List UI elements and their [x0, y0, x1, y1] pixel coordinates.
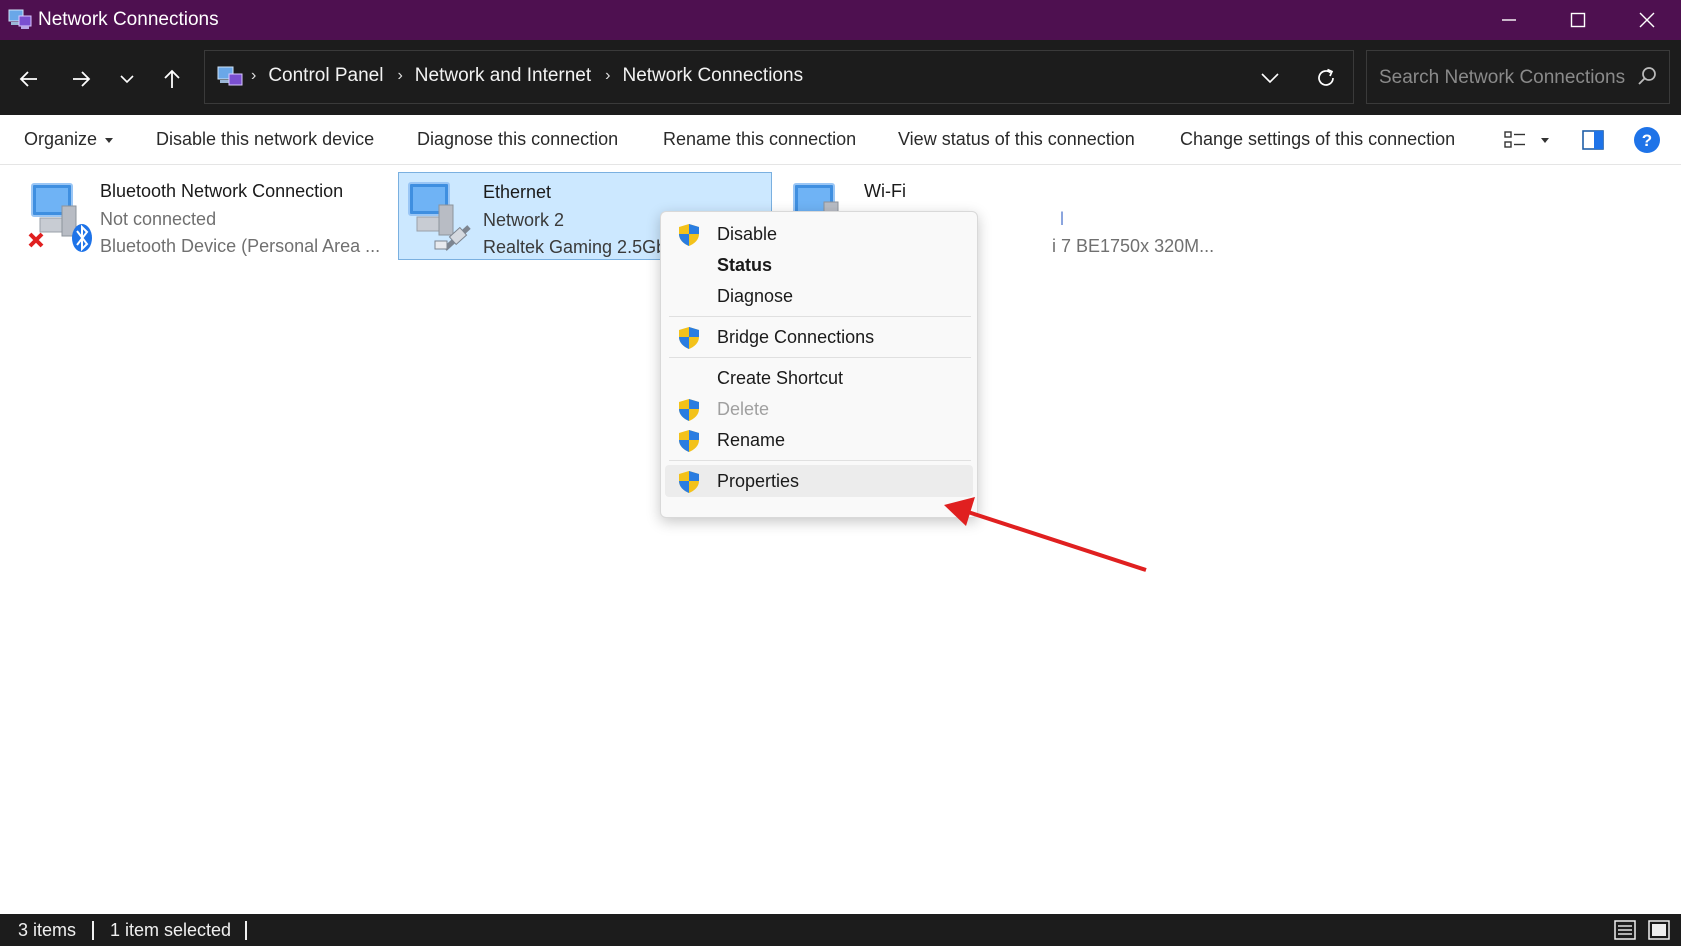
address-history-button[interactable] [1253, 63, 1287, 93]
menu-item-create-shortcut[interactable]: Create Shortcut [665, 362, 973, 394]
menu-separator [669, 357, 971, 358]
menu-item-rename[interactable]: Rename [665, 424, 973, 456]
menu-item-label: Rename [717, 430, 786, 450]
uac-shield-icon [677, 470, 701, 494]
maximize-button[interactable] [1543, 0, 1612, 40]
menu-item-label: Diagnose [717, 286, 794, 306]
breadcrumb-network-connections[interactable]: Network Connections [622, 65, 803, 87]
ethernet-network-icon [405, 179, 475, 255]
arrow-left-icon [19, 71, 37, 87]
organize-label: Organize [24, 129, 98, 149]
connection-name: Bluetooth Network Connection [100, 181, 344, 201]
uac-shield-icon [677, 223, 701, 247]
connection-name: Wi-Fi [864, 181, 906, 201]
title-bar: Network Connections [0, 0, 1681, 40]
command-bar: Organize Disable this network device Dia… [0, 115, 1681, 165]
large-icons-view-button[interactable] [1646, 918, 1672, 942]
address-bar[interactable]: › Control Panel › Network and Internet ›… [204, 50, 1354, 104]
view-options-dropdown[interactable] [1530, 125, 1560, 155]
selection-count: 1 item selected [110, 920, 232, 940]
status-divider [92, 921, 94, 940]
change-settings-button[interactable]: Change settings of this connection [1180, 129, 1455, 150]
preview-pane-icon [1582, 130, 1604, 150]
menu-separator [669, 316, 971, 317]
large-icons-view-icon [1648, 920, 1670, 940]
details-view-button[interactable] [1612, 918, 1638, 942]
uac-shield-icon [677, 429, 701, 453]
status-bar: 3 items 1 item selected [0, 914, 1681, 946]
menu-item-label: Delete [717, 399, 770, 419]
disable-device-button[interactable]: Disable this network device [156, 129, 374, 150]
back-button[interactable] [12, 62, 46, 96]
connection-text: Ethernet Network 2 Realtek Gaming 2.5Gb [483, 179, 666, 262]
view-status-button[interactable]: View status of this connection [898, 129, 1135, 150]
menu-item-label: Bridge Connections [717, 327, 875, 347]
context-menu: Disable Status Diagnose Bridge Connectio… [660, 211, 978, 518]
preview-pane-button[interactable] [1578, 125, 1608, 155]
menu-item-properties[interactable]: Properties [665, 465, 973, 497]
menu-item-delete[interactable]: Delete [665, 393, 973, 425]
breadcrumb-network-and-internet[interactable]: Network and Internet [415, 65, 591, 87]
menu-item-diagnose[interactable]: Diagnose [665, 280, 973, 312]
svg-text:?: ? [1642, 131, 1652, 150]
menu-item-label: Status [717, 255, 773, 275]
breadcrumb: › Control Panel › Network and Internet ›… [251, 65, 817, 87]
network-folder-icon [8, 8, 32, 30]
connection-item-bluetooth[interactable]: Bluetooth Network Connection Not connect… [16, 172, 386, 260]
forward-button[interactable] [64, 62, 98, 96]
menu-item-label: Disable [717, 224, 778, 244]
caret-down-icon [1541, 137, 1549, 143]
rename-connection-button[interactable]: Rename this connection [663, 129, 856, 150]
connection-text: Bluetooth Network Connection Not connect… [100, 178, 380, 261]
arrow-up-icon [164, 69, 180, 88]
item-count: 3 items [18, 920, 77, 940]
menu-separator [669, 460, 971, 461]
help-button[interactable]: ? [1632, 125, 1662, 155]
connection-device: Realtek Gaming 2.5Gb [483, 237, 667, 257]
details-view-icon [1614, 920, 1636, 940]
chevron-down-icon [1261, 73, 1279, 84]
menu-item-label: Properties [717, 471, 800, 491]
menu-item-status[interactable]: Status [665, 249, 973, 281]
breadcrumb-separator-icon: › [605, 67, 611, 84]
window-title: Network Connections [38, 9, 219, 30]
breadcrumb-separator-icon: › [251, 67, 257, 84]
search-box[interactable] [1366, 50, 1670, 104]
navigation-bar: › Control Panel › Network and Internet ›… [0, 40, 1681, 115]
view-options-button[interactable] [1500, 125, 1530, 155]
connection-name: Ethernet [483, 182, 552, 202]
recent-locations-button[interactable] [110, 62, 144, 96]
search-icon [1637, 66, 1657, 91]
view-layout-icon [1504, 131, 1525, 148]
menu-item-label: Create Shortcut [717, 368, 844, 388]
up-button[interactable] [155, 62, 189, 96]
breadcrumb-separator-icon: › [397, 67, 403, 84]
close-button[interactable] [1612, 0, 1681, 40]
help-icon: ? [1634, 127, 1660, 153]
uac-shield-icon [677, 398, 701, 422]
network-folder-icon [217, 65, 243, 89]
menu-item-bridge-connections[interactable]: Bridge Connections [665, 321, 973, 353]
uac-shield-icon [677, 326, 701, 350]
status-divider [245, 921, 247, 940]
organize-menu[interactable]: Organize [24, 129, 114, 150]
diagnose-connection-button[interactable]: Diagnose this connection [417, 129, 618, 150]
breadcrumb-control-panel[interactable]: Control Panel [268, 65, 383, 87]
refresh-button[interactable] [1309, 63, 1343, 93]
chevron-down-icon [120, 75, 134, 84]
connection-device: Bluetooth Device (Personal Area ... [100, 236, 381, 256]
refresh-icon [1318, 68, 1334, 86]
arrow-right-icon [73, 71, 91, 87]
bluetooth-network-icon [22, 178, 92, 254]
minimize-button[interactable] [1474, 0, 1543, 40]
search-input[interactable] [1377, 64, 1627, 92]
menu-item-disable[interactable]: Disable [665, 218, 973, 250]
connection-status: Not connected [100, 208, 217, 229]
caret-down-icon [105, 137, 114, 143]
connection-status: Network 2 [483, 209, 565, 230]
